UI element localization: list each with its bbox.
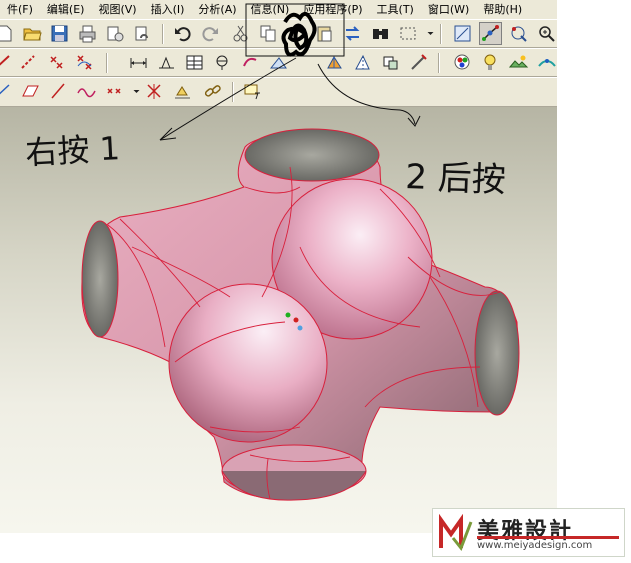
datum-axis-icon[interactable] (48, 81, 69, 102)
show-points-icon[interactable] (74, 52, 95, 73)
menu-info[interactable]: 信息(N) (244, 0, 297, 19)
chevron-down-icon[interactable] (420, 23, 434, 44)
watermark-badge: 美雅設計 www.meiyadesign.com (432, 508, 625, 557)
find-binoculars-icon[interactable] (370, 23, 391, 44)
table-icon[interactable] (184, 52, 205, 73)
top-tube-opening (244, 128, 380, 182)
menu-bar: 件(F) 编辑(E) 视图(V) 插入(I) 分析(A) 信息(N) 应用程序(… (0, 0, 557, 19)
sketched-curve-icon[interactable] (76, 81, 97, 102)
chain-link-icon[interactable] (202, 81, 223, 102)
selection-box-icon[interactable] (398, 23, 419, 44)
dimension-icon[interactable] (128, 52, 149, 73)
standard-toolbar (0, 19, 557, 48)
print-icon[interactable] (77, 23, 98, 44)
sketch-centerline-icon[interactable] (18, 52, 39, 73)
menu-tools[interactable]: 工具(T) (370, 0, 421, 19)
regenerate-icon[interactable] (342, 23, 363, 44)
triad-red-point (293, 317, 299, 323)
color-appearance-icon[interactable] (452, 52, 473, 73)
datum-target-icon[interactable] (212, 52, 233, 73)
zoom-in-icon[interactable] (536, 23, 557, 44)
triad-green-point (285, 312, 291, 318)
chevron-down-icon[interactable] (126, 81, 140, 102)
watermark-url: www.meiyadesign.com (477, 540, 593, 551)
link-file-icon[interactable] (132, 23, 153, 44)
menu-analysis[interactable]: 分析(A) (191, 0, 243, 19)
cut-icon[interactable] (230, 23, 251, 44)
menu-insert[interactable]: 插入(I) (144, 0, 192, 19)
layer-icon[interactable] (380, 52, 401, 73)
cosmetic-sketch-icon[interactable] (268, 52, 289, 73)
menu-window[interactable]: 窗口(W) (421, 0, 476, 19)
send-mail-icon[interactable] (104, 23, 125, 44)
sphere-lower (168, 283, 328, 443)
open-folder-icon[interactable] (22, 23, 43, 44)
coordinate-system-icon[interactable] (144, 81, 165, 102)
toolbar-separator (438, 53, 440, 73)
logo-icon (439, 514, 473, 551)
render-icon[interactable] (536, 52, 557, 73)
datum-axis-display-icon[interactable] (479, 22, 502, 45)
toolbar-separator (162, 24, 164, 44)
analysis-feature-icon[interactable] (172, 81, 193, 102)
save-icon[interactable] (49, 23, 70, 44)
menu-file[interactable]: 件(F) (0, 0, 40, 19)
note-icon[interactable] (240, 52, 261, 73)
model-tree-icon[interactable] (408, 52, 429, 73)
datum-point-display-icon[interactable] (508, 23, 529, 44)
menu-edit[interactable]: 编辑(E) (40, 0, 92, 19)
toolbar-separator (440, 24, 442, 44)
menu-help[interactable]: 帮助(H) (476, 0, 529, 19)
surface-model[interactable] (0, 107, 557, 533)
surface-finish-icon[interactable] (156, 52, 177, 73)
cross-point-icon[interactable] (46, 52, 67, 73)
triad-blue-point (297, 325, 303, 331)
shading-icon[interactable] (324, 52, 345, 73)
datum-plane-display-icon[interactable] (452, 23, 473, 44)
toolbar-separator (232, 82, 234, 102)
datum-point-icon[interactable] (104, 81, 125, 102)
copy-icon[interactable] (258, 23, 279, 44)
menu-view[interactable]: 视图(V) (91, 0, 143, 19)
lightbulb-icon[interactable] (480, 52, 501, 73)
undo-icon[interactable] (172, 23, 193, 44)
feature-toolbar (0, 77, 557, 107)
graphics-viewport[interactable] (0, 107, 557, 533)
right-tube-opening (474, 290, 520, 416)
new-file-icon[interactable] (0, 23, 15, 44)
pro-engineer-window: 件(F) 编辑(E) 视图(V) 插入(I) 分析(A) 信息(N) 应用程序(… (0, 0, 557, 533)
sketch-line-icon[interactable] (0, 52, 13, 73)
datum-curve-icon[interactable] (0, 81, 13, 102)
paste-special-icon[interactable] (314, 23, 335, 44)
hidden-line-icon[interactable] (352, 52, 373, 73)
note-tag-icon[interactable] (242, 81, 263, 102)
sketch-toolbar (0, 48, 557, 77)
left-tube-opening (81, 220, 119, 338)
redo-icon[interactable] (200, 23, 221, 44)
watermark-underline (477, 536, 619, 539)
datum-plane-icon[interactable] (20, 81, 41, 102)
toolbar-separator (106, 53, 108, 73)
menu-applications[interactable]: 应用程序(P) (296, 0, 369, 19)
scene-icon[interactable] (508, 52, 529, 73)
